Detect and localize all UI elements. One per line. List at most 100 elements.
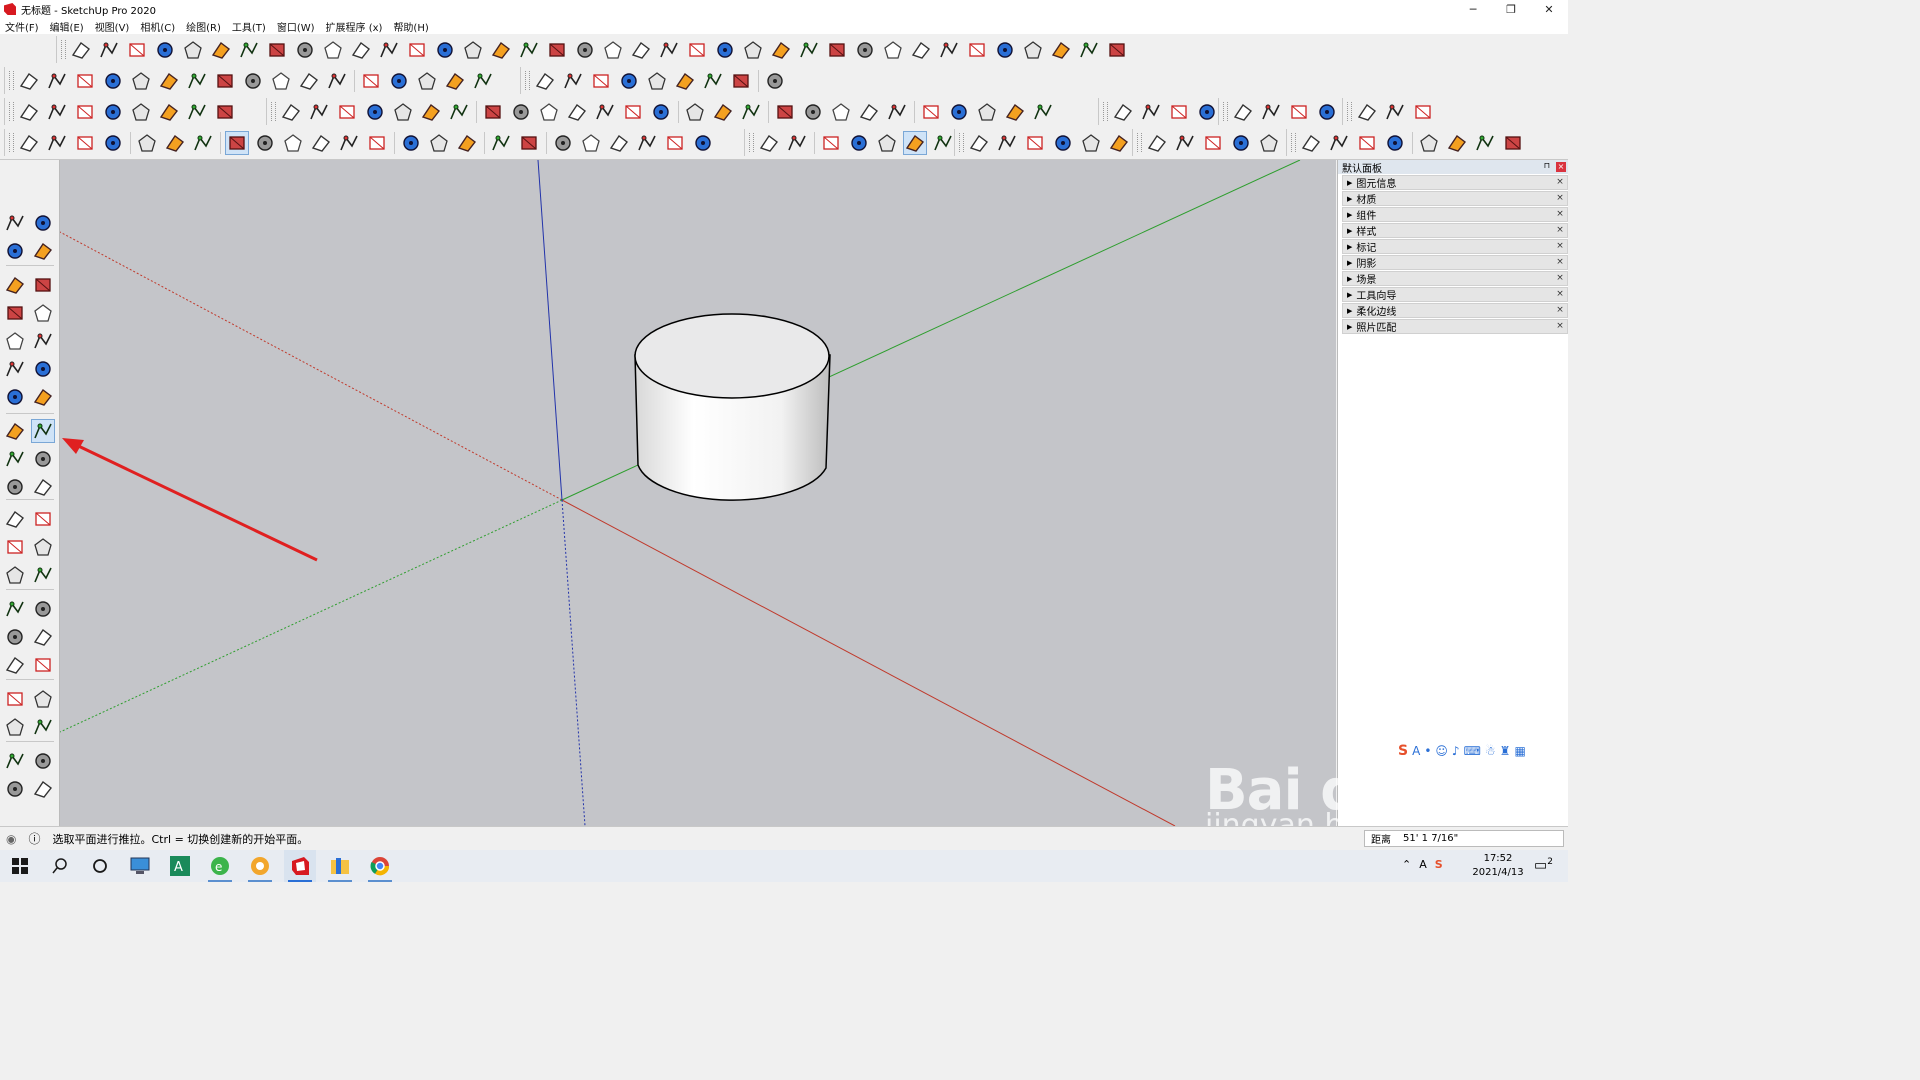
edit-tool-13-icon[interactable] xyxy=(622,101,644,123)
curve-tool-14-icon[interactable] xyxy=(388,70,410,92)
tray-section-row[interactable]: ▶ 照片匹配 × xyxy=(1342,319,1568,334)
layer-tool-1-icon[interactable] xyxy=(1146,132,1168,154)
taskbar-app-folder[interactable] xyxy=(324,850,356,882)
large-tool-12-icon[interactable] xyxy=(32,358,54,380)
large-tool-31-icon[interactable] xyxy=(32,654,54,676)
large-tool-23-icon[interactable] xyxy=(32,536,54,558)
sandbox-tool-34-icon[interactable] xyxy=(994,39,1016,61)
principal-tool-5-icon[interactable] xyxy=(136,132,158,154)
expand-arrow-icon[interactable]: ▶ xyxy=(1347,227,1352,235)
large-tool-26-icon[interactable] xyxy=(4,598,26,620)
view-tool-2-icon[interactable] xyxy=(996,132,1018,154)
section-tool-3-icon[interactable] xyxy=(1288,101,1310,123)
camera-tool-5-icon[interactable] xyxy=(130,101,152,123)
principal-tool-22-icon[interactable] xyxy=(636,132,658,154)
edit-tool-9-icon[interactable] xyxy=(510,101,532,123)
sandbox-tool-21-icon[interactable] xyxy=(630,39,652,61)
large-tool-2-icon[interactable] xyxy=(32,212,54,234)
camera-tool-4-icon[interactable] xyxy=(102,101,124,123)
pin-icon[interactable]: ⊓ xyxy=(1544,161,1550,170)
menu-view[interactable]: 视图(V) xyxy=(95,19,130,34)
search-button[interactable] xyxy=(44,850,76,882)
expand-arrow-icon[interactable]: ▶ xyxy=(1347,259,1352,267)
large-tool-36-icon[interactable] xyxy=(4,750,26,772)
large-tool-34-icon[interactable] xyxy=(4,716,26,738)
large-tool-32-icon[interactable] xyxy=(4,688,26,710)
principal-tool-8-icon[interactable] xyxy=(225,130,249,155)
menu-file[interactable]: 文件(F) xyxy=(5,19,39,34)
style-tool-6-icon[interactable] xyxy=(903,130,927,155)
large-tool-17-icon[interactable] xyxy=(32,448,54,470)
task-view-button[interactable] xyxy=(84,850,116,882)
edit-tool-1-icon[interactable] xyxy=(280,101,302,123)
solid-tool-3-icon[interactable] xyxy=(590,70,612,92)
extension-tool-8-icon[interactable] xyxy=(1502,132,1524,154)
close-section-icon[interactable]: × xyxy=(1555,193,1565,204)
large-tool-30-icon[interactable] xyxy=(4,654,26,676)
taskbar-app-editor[interactable]: A xyxy=(164,850,196,882)
sandbox-tool-9-icon[interactable] xyxy=(294,39,316,61)
extension-tool-1-icon[interactable] xyxy=(1300,132,1322,154)
sandbox-tool-29-icon[interactable] xyxy=(854,39,876,61)
action-center-button[interactable]: ▭2 xyxy=(1534,857,1553,874)
principal-tool-14-icon[interactable] xyxy=(400,132,422,154)
close-section-icon[interactable]: × xyxy=(1555,177,1565,188)
curve-tool-9-icon[interactable] xyxy=(242,70,264,92)
edit-tool-22-icon[interactable] xyxy=(886,101,908,123)
push-pull-icon[interactable] xyxy=(31,419,55,443)
tray-section-row[interactable]: ▶ 标记 × xyxy=(1342,239,1568,254)
section-tool-2-icon[interactable] xyxy=(1260,101,1282,123)
edit-tool-25-icon[interactable] xyxy=(976,101,998,123)
principal-tool-1-icon[interactable] xyxy=(18,132,40,154)
cylinder-top-face[interactable] xyxy=(634,313,830,399)
large-tool-13-icon[interactable] xyxy=(4,386,26,408)
large-tool-25-icon[interactable] xyxy=(32,564,54,586)
edit-tool-27-icon[interactable] xyxy=(1032,101,1054,123)
principal-tool-15-icon[interactable] xyxy=(428,132,450,154)
solid-tool-6-icon[interactable] xyxy=(674,70,696,92)
misc-tool-1-icon[interactable] xyxy=(1356,101,1378,123)
layer-tool-5-icon[interactable] xyxy=(1258,132,1280,154)
tray-section-row[interactable]: ▶ 场景 × xyxy=(1342,271,1568,286)
large-tool-5-icon[interactable] xyxy=(4,274,26,296)
camera-tool-8-icon[interactable] xyxy=(214,101,236,123)
expand-arrow-icon[interactable]: ▶ xyxy=(1347,323,1352,331)
large-tool-20-icon[interactable] xyxy=(4,508,26,530)
sandbox-tool-30-icon[interactable] xyxy=(882,39,904,61)
close-section-icon[interactable]: × xyxy=(1555,321,1565,332)
large-tool-14-icon[interactable] xyxy=(32,386,54,408)
extension-tool-4-icon[interactable] xyxy=(1384,132,1406,154)
extension-tool-3-icon[interactable] xyxy=(1356,132,1378,154)
curve-tool-11-icon[interactable] xyxy=(298,70,320,92)
tray-section-row[interactable]: ▶ 阴影 × xyxy=(1342,255,1568,270)
cylinder-model[interactable] xyxy=(634,313,831,501)
edit-tool-21-icon[interactable] xyxy=(858,101,880,123)
sandbox-tool-37-icon[interactable] xyxy=(1078,39,1100,61)
large-tool-3-icon[interactable] xyxy=(4,240,26,262)
edit-tool-18-icon[interactable] xyxy=(774,101,796,123)
curve-tool-8-icon[interactable] xyxy=(214,70,236,92)
edit-tool-23-icon[interactable] xyxy=(920,101,942,123)
solid-tool-7-icon[interactable] xyxy=(702,70,724,92)
large-tool-21-icon[interactable] xyxy=(32,508,54,530)
modeling-viewport[interactable] xyxy=(60,160,1336,826)
curve-tool-2-icon[interactable] xyxy=(46,70,68,92)
curve-tool-4-icon[interactable] xyxy=(102,70,124,92)
principal-tool-19-icon[interactable] xyxy=(552,132,574,154)
warehouse-tool-1-icon[interactable] xyxy=(1112,101,1134,123)
ime-a-icon[interactable]: A xyxy=(1419,858,1427,871)
layer-tool-3-icon[interactable] xyxy=(1202,132,1224,154)
large-tool-16-icon[interactable] xyxy=(4,448,26,470)
section-tool-1-icon[interactable] xyxy=(1232,101,1254,123)
principal-tool-9-icon[interactable] xyxy=(254,132,276,154)
view-tool-1-icon[interactable] xyxy=(968,132,990,154)
tray-section-row[interactable]: ▶ 柔化边线 × xyxy=(1342,303,1568,318)
edit-tool-11-icon[interactable] xyxy=(566,101,588,123)
large-tool-6-icon[interactable] xyxy=(32,274,54,296)
principal-tool-16-icon[interactable] xyxy=(456,132,478,154)
edit-tool-19-icon[interactable] xyxy=(802,101,824,123)
close-section-icon[interactable]: × xyxy=(1555,289,1565,300)
solid-tool-4-icon[interactable] xyxy=(618,70,640,92)
view-tool-6-icon[interactable] xyxy=(1108,132,1130,154)
geo-location-icon[interactable]: ◉ xyxy=(6,832,16,846)
